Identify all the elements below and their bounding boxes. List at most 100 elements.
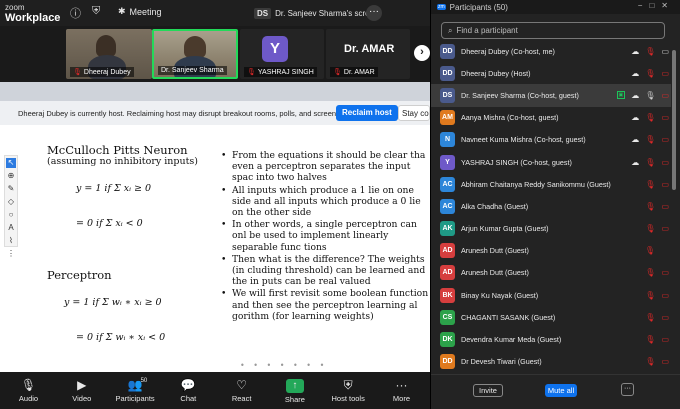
next-page-chevron-icon[interactable]: › [414,45,430,61]
participant-row[interactable]: AD Arunesh Dutt (Guest) 🎙 ▭ [431,262,671,284]
mic-muted-icon: 🎙 [645,157,656,167]
participant-row[interactable]: BK Binay Ku Nayak (Guest) 🎙 ▭ [431,284,671,306]
mic-muted-icon: 🎙 [645,113,656,123]
chat-bubble-icon: 💬 [180,378,196,392]
mic-muted-icon: 🎙 [645,224,656,234]
camera-off-icon: ▭ [661,135,669,145]
participant-row[interactable]: DD Dheeraj Dubey (Co-host, me) ☁ 🎙 ▭ [431,40,671,62]
security-shield-icon[interactable]: ⛨ [92,5,100,18]
person-silhouette [96,35,116,57]
video-button[interactable]: ▶ Video [59,378,104,403]
participant-status: 🎙 ▭ [645,180,669,189]
participant-row[interactable]: AD Arunesh Dutt (Guest) 🎙 [431,240,671,262]
panel-more-button[interactable]: ··· [621,383,634,396]
meeting-menu[interactable]: ✱ Meeting [118,6,162,17]
mute-all-button[interactable]: Mute all [545,384,577,397]
info-icon[interactable]: ⓘ [70,5,81,21]
share-screen-icon: ↑ [285,377,304,393]
participant-name: Arunesh Dutt (Guest) [461,246,529,256]
chat-button[interactable]: 💬 Chat [166,378,211,403]
slide-subtitle: (assuming no inhibitory inputs) [47,156,199,167]
avatar: BK [440,287,455,303]
equation-3: y = 1 if Σ wᵢ ∗ xᵢ ≥ 0 [64,297,162,308]
participant-row[interactable]: DD Dr Devesh Tiwari (Guest) 🎙 ▭ [431,351,671,373]
more-button[interactable]: ··· More [379,378,424,403]
video-tile-amar[interactable]: Dr. AMAR 🎙 Dr. AMAR [326,29,410,79]
reclaim-host-button[interactable]: Reclaim host [336,105,398,121]
video-tile-yashraj[interactable]: Y 🎙 YASHRAJ SINGH [240,29,324,79]
bullet-item: We will first revisit some boolean funct… [219,288,429,322]
participant-list-scrollbar[interactable] [671,40,677,370]
participant-row[interactable]: N Navneet Kuma Mishra (Co-host, guest) ☁… [431,129,671,151]
participant-name: Abhiram Chaitanya Reddy Sanikommu (Guest… [461,179,611,189]
text-tool-icon[interactable]: A [8,223,13,233]
avatar: DD [440,43,455,59]
avatar: AD [440,265,455,281]
participants-label: Participants [115,394,155,403]
participant-status: ☁ 🎙 ▭ [631,69,669,78]
share-label: Share [284,395,305,404]
avatar: AK [440,221,455,237]
participant-row[interactable]: Y YASHRAJ SINGH (Co-host, guest) ☁ 🎙 ▭ [431,151,671,173]
participant-row[interactable]: AM Aanya Mishra (Co-host, guest) ☁ 🎙 ▭ [431,107,671,129]
meeting-controls: 🎙 Audio ▶ Video 👥 50 Participants 💬 Chat… [0,372,430,409]
menu-tool-icon[interactable]: ⋮ [7,249,15,259]
cloud-icon: ☁ [631,68,640,78]
participant-list: DD Dheeraj Dubey (Co-host, me) ☁ 🎙 ▭ DD Dh… [431,40,671,373]
participant-row[interactable]: AC Abhiram Chaitanya Reddy Sanikommu (Gu… [431,173,671,195]
scrollbar-thumb[interactable] [672,50,676,190]
participant-row[interactable]: DD Dheeraj Dubey (Host) ☁ 🎙 ▭ [431,62,671,84]
audio-button[interactable]: 🎙 Audio [6,378,51,403]
zoom-app-icon: zm [437,4,446,10]
participant-status: ☁ 🎙 ▭ [631,135,669,144]
react-button[interactable]: ♡ React [219,378,264,403]
tile-name: 🎙 Dr. AMAR [330,67,378,77]
mic-muted-icon: 🎙 [645,268,656,278]
window-controls[interactable]: −□✕ [638,1,675,10]
panel-title-bar: zm Participants (50) −□✕ [431,0,680,14]
slide-nav-dots: • • • • • • • [240,361,328,370]
participant-row[interactable]: DK Devendra Kumar Meda (Guest) 🎙 ▭ [431,328,671,350]
tile-name: 🎙 Dheeraj Dubey [70,67,134,77]
mic-muted-icon: 🎙 [645,335,656,345]
mic-muted-icon: 🎙 [645,179,656,189]
shape-tool-icon[interactable]: ○ [9,210,14,220]
zoom-tool-icon[interactable]: ⊕ [8,171,15,181]
participant-status: 🎙 ▭ [645,202,669,211]
meeting-label: Meeting [129,6,162,17]
participant-row[interactable]: AC Alka Chadha (Guest) 🎙 ▭ [431,195,671,217]
camera-off-icon: ▭ [661,90,669,100]
participant-row[interactable]: CS CHAGANTI SASANK (Guest) 🎙 ▭ [431,306,671,328]
stay-cohost-button[interactable]: Stay co-h [398,105,430,121]
video-tile-dheeraj[interactable]: 🎙 Dheeraj Dubey [66,29,152,79]
heart-icon: ♡ [236,378,247,392]
host-banner: Dheeraj Dubey is currently host. Reclaim… [0,101,430,125]
pen-tool-icon[interactable]: ✎ [8,184,15,194]
participant-status: ☁ 🎙 ▭ [631,113,669,122]
participant-status: 🎙 ▭ [645,224,669,233]
highlighter-tool-icon[interactable]: ⌇ [9,236,13,246]
participant-row[interactable]: AK Arjun Kumar Gupta (Guest) 🎙 ▭ [431,218,671,240]
participant-name: Alka Chadha (Guest) [461,201,529,211]
bullet-item: All inputs which produce a 1 lie on one … [219,185,429,219]
tile-name: Dr. Sanjeev Sharma [158,66,227,75]
invite-button[interactable]: Invite [473,384,503,397]
eraser-tool-icon[interactable]: ◇ [8,197,14,207]
participants-button[interactable]: 👥 50 Participants [113,378,158,403]
participant-search[interactable]: ⌕ Find a participant [441,22,665,39]
host-tools-label: Host tools [331,394,365,403]
screen-share-label[interactable]: DS Dr. Sanjeev Sharma's screen [254,4,378,22]
pointer-tool-icon[interactable]: ↖ [6,158,16,168]
shield-icon: ⛨ [343,378,353,392]
more-options-icon[interactable]: ··· [366,5,382,21]
more-label: More [392,394,411,403]
participant-row[interactable]: DS Dr. Sanjeev Sharma (Co-host, guest) ▣… [431,84,671,107]
equation-2: = 0 if Σ xᵢ < 0 [76,218,143,229]
participant-status: 🎙 ▭ [645,291,669,300]
video-tile-sanjeev[interactable]: Dr. Sanjeev Sharma [152,29,238,79]
panel-footer: Invite Mute all ··· [431,374,680,409]
chat-label: Chat [180,394,197,403]
share-button[interactable]: ↑ Share [272,377,317,404]
host-tools-button[interactable]: ⛨ Host tools [326,378,371,403]
more-dots-icon: ··· [395,378,408,392]
